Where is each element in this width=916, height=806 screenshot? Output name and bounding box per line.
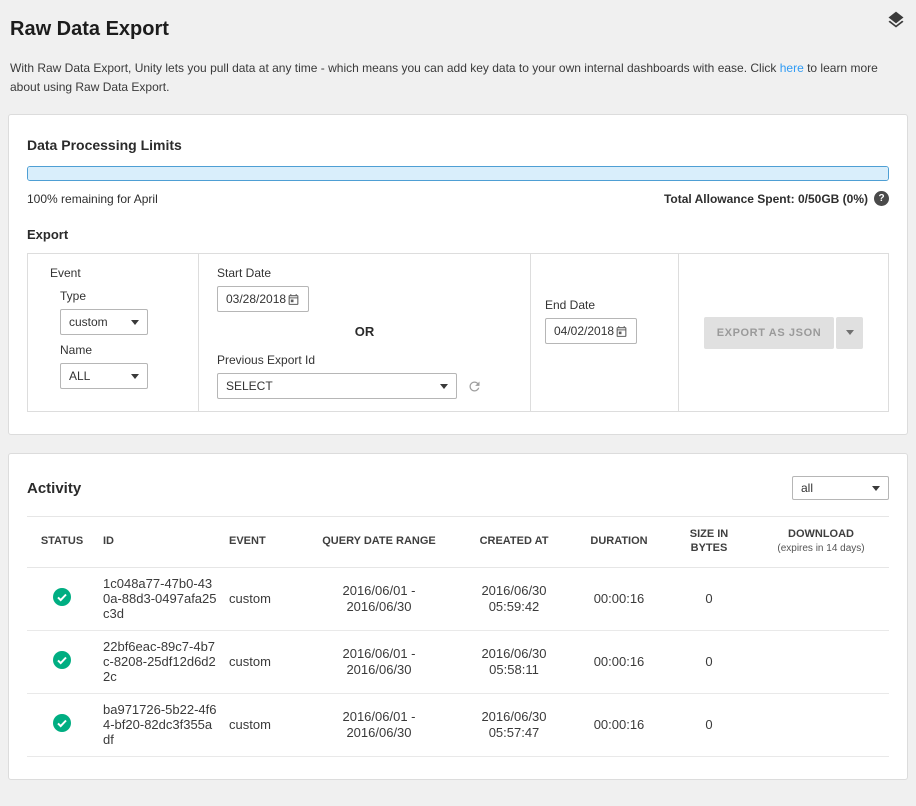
previous-export-id-select[interactable]: SELECT bbox=[217, 373, 457, 399]
calendar-icon[interactable] bbox=[287, 293, 300, 306]
activity-filter-value: all bbox=[801, 481, 813, 495]
event-cell: custom bbox=[223, 567, 303, 630]
column-header-id: ID bbox=[97, 517, 223, 568]
action-column: EXPORT AS JSON bbox=[678, 254, 888, 411]
chevron-down-icon bbox=[440, 384, 448, 389]
id-cell: 1c048a77-47b0-430a-88d3-0497afa25c3d bbox=[97, 567, 223, 630]
start-date-value: 03/28/2018 bbox=[226, 292, 286, 306]
download-cell bbox=[753, 630, 889, 693]
created-cell: 2016/06/30 05:58:11 bbox=[455, 630, 573, 693]
or-label: OR bbox=[217, 324, 512, 339]
start-date-input[interactable]: 03/28/2018 bbox=[217, 286, 309, 312]
chevron-down-icon bbox=[846, 330, 854, 335]
status-cell bbox=[27, 693, 97, 756]
table-row: ba971726-5b22-4f64-bf20-82dc3f355adf cus… bbox=[27, 693, 889, 756]
export-as-json-button[interactable]: EXPORT AS JSON bbox=[704, 317, 835, 349]
activity-table: STATUS ID EVENT QUERY DATE RANGE CREATED… bbox=[27, 516, 889, 756]
end-date-input[interactable]: 04/02/2018 bbox=[545, 318, 637, 344]
status-cell bbox=[27, 630, 97, 693]
event-cell: custom bbox=[223, 693, 303, 756]
column-header-event: EVENT bbox=[223, 517, 303, 568]
check-circle-icon bbox=[53, 714, 71, 732]
column-header-status: STATUS bbox=[27, 517, 97, 568]
chevron-down-icon bbox=[131, 374, 139, 379]
export-heading: Export bbox=[27, 227, 889, 242]
limits-export-card: Data Processing Limits 100% remaining fo… bbox=[8, 114, 908, 435]
column-header-duration: DURATION bbox=[573, 517, 665, 568]
type-label: Type bbox=[60, 289, 180, 303]
duration-cell: 00:00:16 bbox=[573, 693, 665, 756]
remaining-label: 100% remaining for April bbox=[27, 192, 158, 206]
usage-progress-bar bbox=[27, 166, 889, 181]
chevron-down-icon bbox=[131, 320, 139, 325]
export-form: Event Type custom Name ALL bbox=[27, 253, 889, 412]
event-column: Event Type custom Name ALL bbox=[28, 254, 198, 411]
allowance-text: Total Allowance Spent: 0/50GB (0%) bbox=[664, 192, 868, 206]
dates-column: Start Date 03/28/2018 OR Previous Export… bbox=[198, 254, 530, 411]
event-name-value: ALL bbox=[69, 369, 90, 383]
activity-header: Activity all bbox=[27, 476, 889, 500]
export-id: 22bf6eac-89c7-4b7c-8208-25df12d6d22c bbox=[103, 639, 216, 685]
activity-filter-select[interactable]: all bbox=[792, 476, 889, 500]
activity-card: Activity all STATUS ID EVENT QUERY DATE … bbox=[8, 453, 908, 779]
column-header-download: DOWNLOAD (expires in 14 days) bbox=[753, 517, 889, 568]
download-cell bbox=[753, 693, 889, 756]
start-date-label: Start Date bbox=[217, 266, 512, 280]
previous-export-id-label: Previous Export Id bbox=[217, 353, 512, 367]
id-cell: 22bf6eac-89c7-4b7c-8208-25df12d6d22c bbox=[97, 630, 223, 693]
column-header-range: QUERY DATE RANGE bbox=[303, 517, 455, 568]
end-date-value: 04/02/2018 bbox=[554, 324, 614, 338]
table-header-row: STATUS ID EVENT QUERY DATE RANGE CREATED… bbox=[27, 517, 889, 568]
size-cell: 0 bbox=[665, 630, 753, 693]
download-header-text: DOWNLOAD bbox=[759, 528, 883, 542]
raw-data-export-page: Raw Data Export With Raw Data Export, Un… bbox=[0, 0, 916, 806]
event-group-label: Event bbox=[50, 266, 180, 280]
download-cell bbox=[753, 567, 889, 630]
range-cell: 2016/06/01 - 2016/06/30 bbox=[303, 693, 455, 756]
refresh-icon[interactable] bbox=[467, 379, 482, 394]
export-id: ba971726-5b22-4f64-bf20-82dc3f355adf bbox=[103, 702, 217, 748]
chevron-down-icon bbox=[872, 486, 880, 491]
table-row: 22bf6eac-89c7-4b7c-8208-25df12d6d22c cus… bbox=[27, 630, 889, 693]
end-date-label: End Date bbox=[545, 298, 660, 312]
range-cell: 2016/06/01 - 2016/06/30 bbox=[303, 630, 455, 693]
download-expiry-note: (expires in 14 days) bbox=[759, 543, 883, 556]
table-row: 1c048a77-47b0-430a-88d3-0497afa25c3d cus… bbox=[27, 567, 889, 630]
learn-more-link[interactable]: here bbox=[780, 61, 804, 75]
created-cell: 2016/06/30 05:59:42 bbox=[455, 567, 573, 630]
status-cell bbox=[27, 567, 97, 630]
event-type-select[interactable]: custom bbox=[60, 309, 148, 335]
range-cell: 2016/06/01 - 2016/06/30 bbox=[303, 567, 455, 630]
event-cell: custom bbox=[223, 630, 303, 693]
limits-heading: Data Processing Limits bbox=[27, 137, 889, 153]
page-description: With Raw Data Export, Unity lets you pul… bbox=[10, 59, 896, 96]
page-header: Raw Data Export With Raw Data Export, Un… bbox=[8, 8, 908, 96]
duration-cell: 00:00:16 bbox=[573, 567, 665, 630]
page-title: Raw Data Export bbox=[10, 18, 906, 41]
size-cell: 0 bbox=[665, 567, 753, 630]
allowance-label: Total Allowance Spent: 0/50GB (0%) ? bbox=[664, 191, 889, 206]
description-text-before: With Raw Data Export, Unity lets you pul… bbox=[10, 61, 780, 75]
calendar-icon[interactable] bbox=[615, 325, 628, 338]
created-cell: 2016/06/30 05:57:47 bbox=[455, 693, 573, 756]
export-options-toggle[interactable] bbox=[836, 317, 863, 349]
size-cell: 0 bbox=[665, 693, 753, 756]
duration-cell: 00:00:16 bbox=[573, 630, 665, 693]
end-date-column: End Date 04/02/2018 bbox=[530, 254, 678, 411]
id-cell: ba971726-5b22-4f64-bf20-82dc3f355adf bbox=[97, 693, 223, 756]
check-circle-icon bbox=[53, 651, 71, 669]
export-id: 1c048a77-47b0-430a-88d3-0497afa25c3d bbox=[103, 576, 217, 622]
event-type-value: custom bbox=[69, 315, 108, 329]
help-icon[interactable]: ? bbox=[874, 191, 889, 206]
name-label: Name bbox=[60, 343, 180, 357]
progress-fill bbox=[28, 167, 888, 180]
column-header-size: SIZE IN BYTES bbox=[665, 517, 753, 568]
limits-summary-row: 100% remaining for April Total Allowance… bbox=[27, 191, 889, 206]
previous-export-id-value: SELECT bbox=[226, 379, 273, 393]
check-circle-icon bbox=[53, 588, 71, 606]
event-name-select[interactable]: ALL bbox=[60, 363, 148, 389]
activity-heading: Activity bbox=[27, 480, 81, 497]
layers-icon[interactable] bbox=[886, 10, 906, 35]
column-header-created: CREATED AT bbox=[455, 517, 573, 568]
